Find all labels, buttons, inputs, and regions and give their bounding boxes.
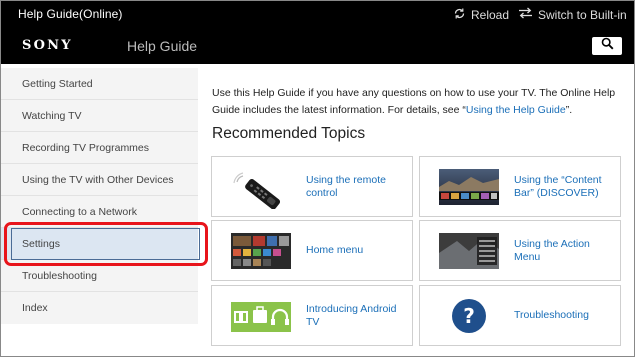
topic-label: Using the “Content Bar” (DISCOVER) xyxy=(514,173,602,199)
topic-label: Using the remote control xyxy=(306,173,386,199)
search-icon xyxy=(601,37,614,55)
help-guide-title: Help Guide xyxy=(127,38,198,54)
action-menu-screenshot-icon xyxy=(439,233,499,269)
svg-text:?: ? xyxy=(463,304,475,328)
reload-button[interactable]: Reload xyxy=(453,7,509,23)
android-tv-apps-icon xyxy=(231,298,291,334)
search-button[interactable] xyxy=(592,37,622,55)
help-guide-link[interactable]: Using the Help Guide xyxy=(466,104,566,116)
top-bar: Help Guide(Online) Reload Switch to Buil… xyxy=(1,1,634,64)
intro-end: ”. xyxy=(565,104,573,116)
topic-card-action-menu[interactable]: Using the Action Menu xyxy=(419,220,621,281)
topic-label: Using the Action Menu xyxy=(514,237,590,263)
topic-label: Introducing Android TV xyxy=(306,302,397,328)
reload-label: Reload xyxy=(471,8,510,22)
switch-label: Switch to Built-in xyxy=(538,7,627,22)
topic-label: Troubleshooting xyxy=(514,309,589,321)
sidebar-item-watching-tv[interactable]: Watching TV xyxy=(1,100,198,132)
topic-label: Home menu xyxy=(306,244,364,256)
intro-paragraph: Use this Help Guide if you have any ques… xyxy=(212,85,624,119)
sidebar-item-other-devices[interactable]: Using the TV with Other Devices xyxy=(1,164,198,196)
topic-card-remote-control[interactable]: Using the remote control xyxy=(211,156,413,217)
question-mark-icon: ? xyxy=(439,298,499,334)
sidebar-item-label: Using the TV with Other Devices xyxy=(22,173,174,186)
sidebar-item-label: Connecting to a Network xyxy=(22,205,137,218)
reload-icon xyxy=(453,7,466,23)
recommended-topics-heading: Recommended Topics xyxy=(212,125,366,142)
red-highlight-box xyxy=(4,222,208,266)
sony-logo[interactable]: SONY xyxy=(22,38,73,53)
sidebar-item-getting-started[interactable]: Getting Started xyxy=(1,68,198,100)
sidebar-item-label: Recording TV Programmes xyxy=(22,141,150,154)
topic-card-content-bar[interactable]: Using the “Content Bar” (DISCOVER) xyxy=(419,156,621,217)
topic-card-troubleshooting[interactable]: ? Troubleshooting xyxy=(419,285,621,346)
window-title: Help Guide(Online) xyxy=(18,7,123,21)
sidebar-item-label: Index xyxy=(22,302,48,314)
sidebar-item-label: Getting Started xyxy=(22,77,93,90)
sidebar-item-index[interactable]: Index xyxy=(1,292,198,324)
sidebar-item-label: Troubleshooting xyxy=(22,269,97,282)
switch-arrows-icon xyxy=(518,7,533,22)
help-guide-window: Help Guide(Online) Reload Switch to Buil… xyxy=(0,0,635,357)
home-menu-screenshot-icon xyxy=(231,233,291,269)
sidebar-nav: Getting Started Watching TV Recording TV… xyxy=(1,68,198,324)
topic-card-home-menu[interactable]: Home menu xyxy=(211,220,413,281)
content-bar-screenshot-icon xyxy=(439,169,499,205)
switch-to-builtin-button[interactable]: Switch to Built-in xyxy=(518,7,627,22)
remote-control-icon xyxy=(231,169,291,210)
sidebar-item-label: Watching TV xyxy=(22,109,82,122)
topic-card-android-tv[interactable]: Introducing Android TV xyxy=(211,285,413,346)
sidebar-item-recording[interactable]: Recording TV Programmes xyxy=(1,132,198,164)
